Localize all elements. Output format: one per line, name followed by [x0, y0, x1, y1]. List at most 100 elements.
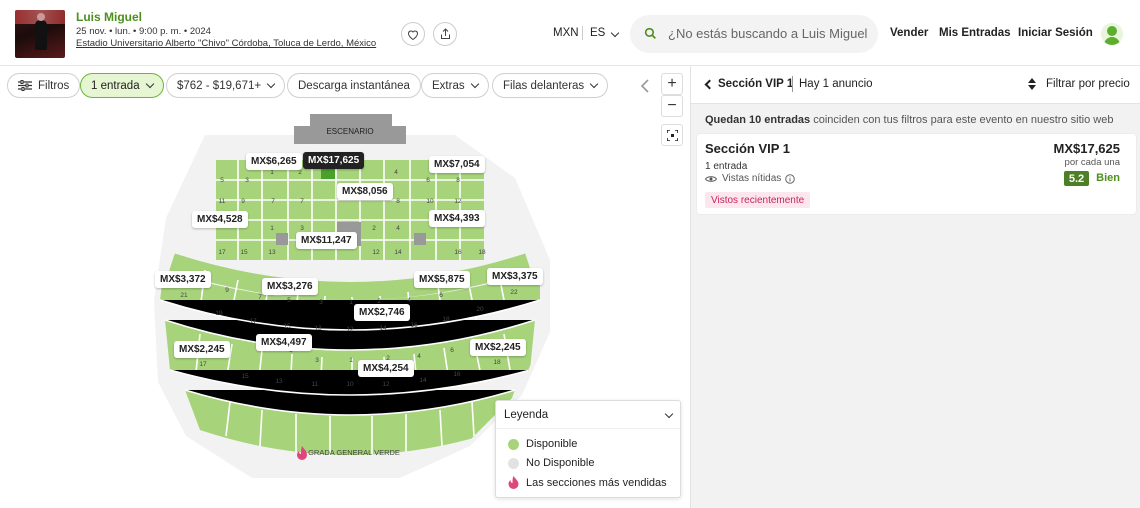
svg-text:7: 7: [258, 294, 262, 301]
recenter-button[interactable]: [661, 124, 683, 146]
svg-text:14: 14: [379, 325, 387, 332]
svg-text:13: 13: [275, 378, 283, 385]
price-tag[interactable]: MX$2,245: [470, 339, 526, 356]
svg-text:12: 12: [346, 326, 354, 333]
user-avatar-icon[interactable]: [1101, 23, 1123, 45]
unavailable-block: [276, 233, 288, 245]
chevron-down-icon[interactable]: [664, 409, 674, 419]
price-tag[interactable]: MX$2,245: [174, 341, 230, 358]
svg-text:6: 6: [426, 177, 430, 184]
filter-by-price-button[interactable]: Filtrar por precio: [1046, 78, 1130, 90]
legend-title[interactable]: Leyenda: [504, 409, 548, 421]
legend-available: Disponible: [508, 438, 577, 450]
listing-card[interactable]: Sección VIP 1 1 entrada Vistas nítidas V…: [697, 134, 1136, 214]
svg-text:16: 16: [410, 322, 418, 329]
svg-text:12: 12: [454, 198, 462, 205]
map-legend: Leyenda Disponible No Disponible Las sec…: [495, 400, 681, 498]
zoom-out-button[interactable]: −: [661, 95, 683, 117]
listing-header: Sección VIP 1 Hay 1 anuncio Filtrar por …: [691, 66, 1140, 104]
svg-text:5: 5: [287, 297, 291, 304]
stage-label: ESCENARIO: [326, 127, 373, 136]
svg-text:17: 17: [218, 249, 226, 256]
svg-text:2: 2: [372, 225, 376, 232]
seat-map[interactable]: ESCENARIO GRADA GENERAL VERDE 5312468 11…: [0, 73, 690, 508]
svg-text:7: 7: [300, 198, 304, 205]
notice-text: coinciden con tus filtros para este even…: [810, 114, 1114, 126]
svg-text:18: 18: [493, 359, 501, 366]
sort-icon[interactable]: [1028, 78, 1036, 90]
svg-text:13: 13: [314, 325, 322, 332]
svg-text:17: 17: [249, 318, 257, 325]
svg-text:9: 9: [225, 287, 229, 294]
unavailable-block: [414, 233, 426, 245]
legend-divider: [496, 428, 680, 429]
general-section-label: GRADA GENERAL VERDE: [308, 448, 400, 457]
price-tag[interactable]: MX$11,247: [296, 232, 357, 249]
price-tag[interactable]: MX$3,276: [262, 278, 318, 295]
price-tag-selected[interactable]: MX$17,625: [303, 152, 365, 169]
price-tag[interactable]: MX$3,375: [487, 268, 543, 285]
svg-text:6: 6: [439, 292, 443, 299]
fullscreen-icon: [666, 129, 678, 141]
price-tag[interactable]: MX$4,497: [256, 334, 312, 351]
svg-text:15: 15: [283, 323, 291, 330]
svg-text:10: 10: [426, 198, 434, 205]
svg-text:8: 8: [456, 177, 460, 184]
sell-link[interactable]: Vender: [890, 27, 928, 39]
my-tickets-link[interactable]: Mis Entradas: [939, 27, 1011, 39]
svg-text:3: 3: [245, 177, 249, 184]
eye-icon: [705, 175, 717, 182]
card-price-unit: por cada una: [1064, 157, 1120, 168]
svg-text:11: 11: [312, 381, 319, 388]
svg-text:4: 4: [394, 169, 398, 176]
zoom-in-button[interactable]: +: [661, 73, 683, 95]
svg-text:21: 21: [180, 292, 188, 299]
unavailable-swatch: [508, 457, 519, 469]
legend-top-seller: Las secciones más vendidas: [508, 476, 667, 489]
svg-text:19: 19: [215, 310, 223, 317]
header-separator: [792, 76, 793, 92]
price-tag[interactable]: MX$4,393: [429, 210, 485, 227]
svg-text:16: 16: [453, 371, 461, 378]
card-score-badge: 5.2: [1064, 171, 1089, 186]
notice-count: Quedan 10 entradas: [705, 114, 811, 126]
search-input[interactable]: ¿No estás buscando a Luis Miguel?: [668, 26, 868, 41]
svg-text:13: 13: [268, 249, 276, 256]
card-section-name: Sección VIP 1: [705, 141, 791, 156]
price-tag[interactable]: MX$3,372: [155, 271, 211, 288]
svg-text:1: 1: [349, 299, 353, 306]
svg-text:3: 3: [300, 225, 304, 232]
svg-text:14: 14: [419, 377, 427, 384]
price-tag[interactable]: MX$2,746: [354, 304, 410, 321]
svg-text:2: 2: [298, 169, 302, 176]
svg-text:15: 15: [241, 373, 249, 380]
svg-text:14: 14: [394, 249, 402, 256]
price-tag[interactable]: MX$7,054: [429, 156, 485, 173]
section-name: Sección VIP 1: [718, 78, 794, 90]
svg-text:22: 22: [510, 289, 518, 296]
svg-text:11: 11: [219, 198, 226, 205]
svg-text:16: 16: [454, 249, 462, 256]
svg-text:10: 10: [346, 381, 354, 388]
svg-text:15: 15: [240, 249, 248, 256]
price-tag[interactable]: MX$4,528: [192, 211, 248, 228]
svg-text:12: 12: [382, 381, 390, 388]
listing-count: Hay 1 anuncio: [799, 78, 873, 90]
view-label: Vistas nítidas: [722, 173, 782, 184]
price-tag[interactable]: MX$6,265: [246, 153, 302, 170]
info-icon[interactable]: [785, 173, 796, 184]
legend-available-label: Disponible: [526, 438, 578, 450]
price-tag[interactable]: MX$5,875: [414, 271, 470, 288]
back-chevron-icon[interactable]: [704, 79, 715, 90]
login-link[interactable]: Iniciar Sesión: [1018, 27, 1093, 39]
svg-text:1: 1: [349, 357, 353, 364]
svg-text:5: 5: [220, 177, 224, 184]
price-tag[interactable]: MX$4,254: [358, 360, 414, 377]
price-tag[interactable]: MX$8,056: [337, 183, 393, 200]
svg-text:18: 18: [442, 316, 450, 323]
svg-text:20: 20: [476, 306, 484, 313]
availability-notice: Quedan 10 entradas coinciden con tus fil…: [705, 114, 1113, 126]
legend-unavailable: No Disponible: [508, 457, 594, 469]
available-swatch: [508, 438, 519, 450]
svg-text:4: 4: [417, 353, 421, 360]
